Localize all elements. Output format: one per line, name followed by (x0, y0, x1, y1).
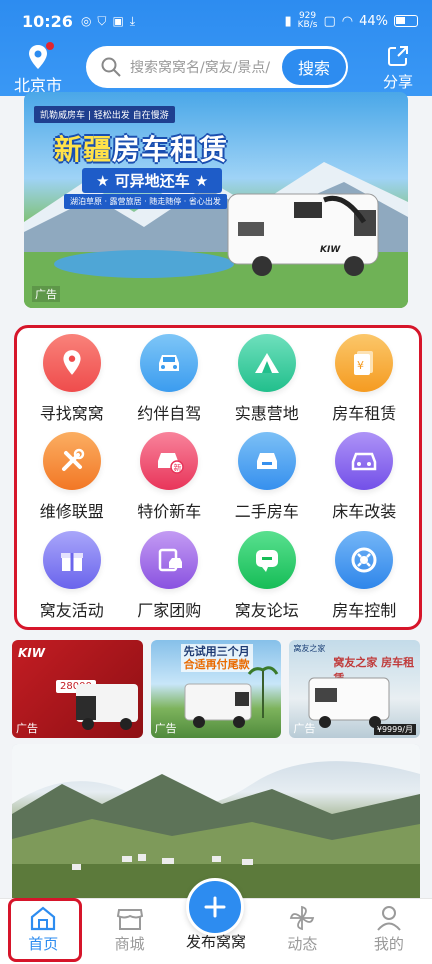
location-pin-icon (42, 334, 101, 392)
control-dial-icon (335, 530, 394, 589)
location-pin-icon (26, 42, 54, 70)
notification-icons: ◎ ⛉ ▣ ⤓ (81, 14, 135, 29)
shop-icon (116, 909, 143, 930)
search-bar[interactable]: 搜索窝窝名/窝友/景点/ 搜索 (86, 46, 348, 88)
menu-label: 厂家团购 (137, 600, 202, 620)
feature-grid: 寻找窝窝 约伴自驾 实惠营地 ¥ 房车租赁 维修联盟 新 特价新车 二手房车 床… (14, 325, 422, 630)
shield-icon: ⛉ (97, 13, 107, 28)
nav-profile[interactable]: 我的 (346, 899, 432, 964)
vibrate-icon: ▮ (284, 13, 292, 29)
nav-shop[interactable]: 商城 (86, 899, 172, 964)
share-icon (388, 46, 408, 66)
ad-card-rental[interactable]: 窝友之家 窝友之家 房车租赁 ¥9999/月 广告 (289, 640, 421, 738)
group-buy-icon (140, 530, 199, 589)
nav-home[interactable]: 首页 (0, 899, 86, 964)
banner-features: 湖泊草原 · 露营旅居 · 随走随停 · 省心出发 (64, 194, 227, 209)
status-right: ▮ 929 KB/s ▢ ◠ 44% (284, 12, 418, 30)
menu-label: 窝友论坛 (234, 600, 299, 620)
search-input[interactable]: 搜索窝窝名/窝友/景点/ (130, 57, 280, 77)
menu-label: 约伴自驾 (137, 404, 202, 423)
menu-item-new-car[interactable]: 新 特价新车 (121, 430, 219, 528)
menu-label: 维修联盟 (39, 502, 104, 522)
menu-label: 床车改装 (332, 502, 397, 522)
nav-label: 首页 (28, 935, 59, 953)
menu-item-carpool[interactable]: 约伴自驾 (121, 332, 219, 430)
ad-label: 广告 (293, 722, 316, 735)
nav-label: 动态 (287, 935, 318, 953)
menu-label: 实惠营地 (234, 404, 299, 423)
ad-label: 广告 (32, 286, 60, 302)
svg-text:新: 新 (174, 463, 182, 473)
status-time: 10:26 (22, 11, 73, 31)
tent-icon (237, 334, 296, 392)
app-icon: ▣ (112, 13, 124, 28)
menu-item-rv-control[interactable]: 房车控制 (316, 529, 414, 627)
search-icon (101, 57, 121, 77)
nav-label: 商城 (114, 935, 145, 953)
sync-icon: ◎ (80, 13, 92, 28)
plus-icon (204, 896, 226, 918)
menu-item-used-rv[interactable]: 二手房车 (218, 430, 316, 528)
banner-tag: 凯勒威房车 | 轻松出发 自在慢游 (34, 106, 175, 123)
promo-banner[interactable]: KIW 凯勒威房车 | 轻松出发 自在慢游 新疆房车租赁 ★ 可异地还车 ★ 湖… (24, 92, 408, 308)
sim-icon: ▢ (323, 13, 336, 29)
menu-item-forum[interactable]: 窝友论坛 (218, 529, 316, 627)
rv-image (227, 193, 379, 276)
net-speed-unit: KB/s (297, 20, 318, 30)
tools-icon (42, 432, 101, 491)
ad-row: KIW 28000 广告 先试用三个月 合适再付尾款 广告 窝友之家 窝友之家 房… (12, 640, 421, 738)
banner-title-region: 新疆 (54, 133, 113, 166)
menu-item-find-wowo[interactable]: 寻找窝窝 (23, 332, 121, 430)
banner-subtitle: ★ 可异地还车 ★ (82, 168, 223, 193)
gift-icon (42, 530, 101, 589)
wifi-icon: ◠ (341, 13, 354, 29)
status-bar: 10:26 ◎ ⛉ ▣ ⤓ ▮ 929 KB/s ▢ ◠ 44% (0, 0, 432, 42)
search-button[interactable]: 搜索 (282, 49, 346, 85)
menu-label: 特价新车 (137, 502, 202, 522)
top-header: 10:26 ◎ ⛉ ▣ ⤓ ▮ 929 KB/s ▢ ◠ 44% 北京市 搜索窝… (0, 0, 432, 96)
notification-dot (46, 42, 54, 50)
pinwheel-icon (290, 905, 315, 931)
menu-item-rv-rental[interactable]: ¥ 房车租赁 (316, 332, 414, 430)
banner-title: 新疆房车租赁 (54, 128, 228, 168)
user-icon (377, 906, 401, 931)
menu-item-activities[interactable]: 窝友活动 (23, 529, 121, 627)
used-rv-icon (237, 432, 296, 491)
menu-label: 窝友活动 (39, 600, 104, 620)
menu-item-group-buy[interactable]: 厂家团购 (121, 529, 219, 627)
ad-label: 广告 (154, 722, 177, 735)
battery-percent: 44% (359, 13, 388, 29)
car-front-icon (140, 334, 199, 392)
share-label: 分享 (382, 73, 413, 91)
banner-title-service: 房车租赁 (112, 133, 229, 166)
nav-feed[interactable]: 动态 (259, 899, 345, 964)
menu-item-campsite[interactable]: 实惠营地 (218, 332, 316, 430)
menu-label: 寻找窝窝 (39, 404, 104, 423)
menu-item-car-modify[interactable]: 床车改装 (316, 430, 414, 528)
svg-text:¥: ¥ (357, 359, 364, 372)
home-icon (31, 906, 56, 931)
menu-label: 房车控制 (332, 600, 397, 620)
net-speed: 929 KB/s (298, 12, 318, 30)
ad-card-kiw[interactable]: KIW 28000 广告 (12, 640, 143, 738)
publish-fab-button[interactable] (186, 878, 244, 936)
share-button[interactable]: 分享 (378, 44, 418, 92)
download-icon: ⤓ (129, 13, 136, 28)
menu-label: 房车租赁 (332, 404, 397, 423)
menu-label: 二手房车 (234, 502, 299, 522)
battery-icon (394, 15, 418, 27)
chat-bubble-icon (237, 530, 296, 589)
nav-label: 我的 (373, 935, 404, 953)
rental-document-icon: ¥ (335, 334, 394, 392)
new-car-icon: 新 (140, 432, 199, 491)
ad-price: ¥9999/月 (373, 724, 417, 735)
ad-label: 广告 (16, 722, 38, 735)
car-modify-icon (335, 432, 394, 491)
location-selector[interactable]: 北京市 (12, 42, 64, 96)
menu-item-repair[interactable]: 维修联盟 (23, 430, 121, 528)
rv-brand-text: KIW (320, 245, 341, 255)
ad-card-trial[interactable]: 先试用三个月 合适再付尾款 广告 (150, 640, 282, 738)
